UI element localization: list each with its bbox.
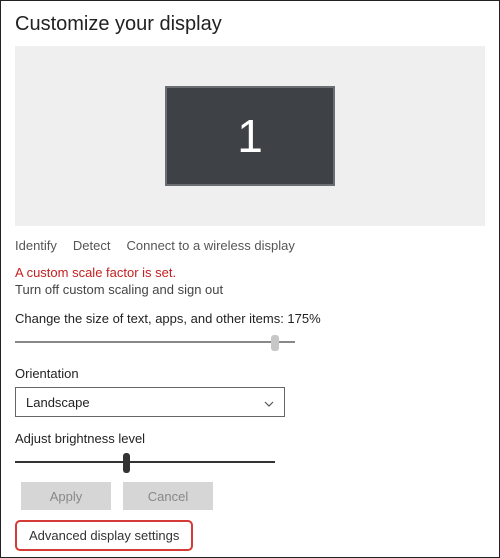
orientation-value: Landscape — [26, 395, 90, 410]
monitor-1[interactable]: 1 — [165, 86, 335, 186]
apply-button[interactable]: Apply — [21, 482, 111, 510]
button-row: Apply Cancel — [21, 482, 485, 510]
scale-slider-track — [15, 341, 295, 343]
identify-link[interactable]: Identify — [15, 238, 57, 253]
brightness-slider-thumb[interactable] — [123, 453, 130, 473]
custom-scale-warning: A custom scale factor is set. — [15, 265, 485, 280]
connect-wireless-link[interactable]: Connect to a wireless display — [127, 238, 295, 253]
turn-off-scaling-link[interactable]: Turn off custom scaling and sign out — [15, 282, 223, 297]
orientation-select[interactable]: Landscape — [15, 387, 285, 417]
cancel-button[interactable]: Cancel — [123, 482, 213, 510]
brightness-label: Adjust brightness level — [15, 431, 485, 446]
scale-slider-thumb[interactable] — [271, 335, 279, 351]
chevron-down-icon — [264, 397, 274, 407]
detect-link[interactable]: Detect — [73, 238, 111, 253]
brightness-slider-track — [15, 461, 275, 463]
brightness-slider[interactable] — [15, 452, 275, 472]
advanced-display-settings-link[interactable]: Advanced display settings — [15, 520, 193, 551]
scale-label: Change the size of text, apps, and other… — [15, 311, 485, 326]
monitor-number-label: 1 — [237, 109, 263, 163]
scale-slider[interactable] — [15, 332, 295, 352]
page-title: Customize your display — [15, 13, 485, 36]
orientation-label: Orientation — [15, 366, 485, 381]
display-links-row: Identify Detect Connect to a wireless di… — [15, 238, 485, 253]
display-preview-area: 1 — [15, 46, 485, 226]
